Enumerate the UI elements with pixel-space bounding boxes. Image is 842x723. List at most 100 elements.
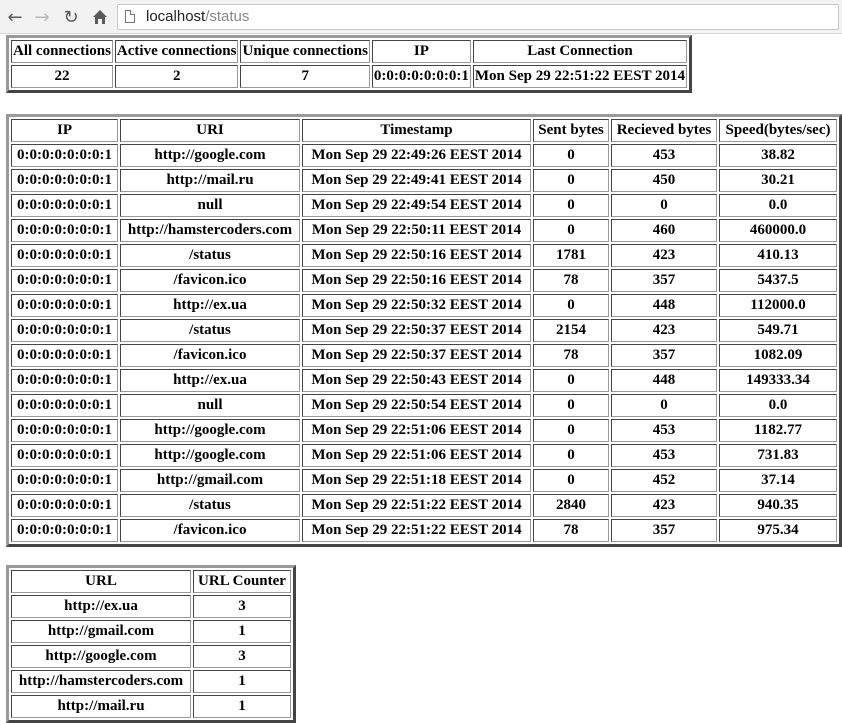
column-header: All connections (11, 40, 113, 63)
table-cell: 3 (193, 645, 291, 668)
table-cell: Mon Sep 29 22:50:11 EEST 2014 (302, 219, 531, 242)
table-cell: Mon Sep 29 22:50:16 EEST 2014 (302, 269, 531, 292)
table-cell: 357 (611, 519, 717, 542)
table-cell: /favicon.ico (120, 519, 300, 542)
table-cell: 1082.09 (719, 344, 837, 367)
table-cell: 0 (533, 219, 609, 242)
table-cell: 1 (193, 695, 291, 718)
table-cell: 423 (611, 319, 717, 342)
table-cell: Mon Sep 29 22:50:16 EEST 2014 (302, 244, 531, 267)
table-cell: 0 (533, 469, 609, 492)
table-cell: 0:0:0:0:0:0:0:1 (11, 244, 118, 267)
table-cell: 975.34 (719, 519, 837, 542)
table-cell: Mon Sep 29 22:50:54 EEST 2014 (302, 394, 531, 417)
browser-toolbar: ← → ↻ localhost/status (0, 0, 842, 34)
table-cell: http://google.com (120, 444, 300, 467)
requests-body: 0:0:0:0:0:0:0:1 http://google.com Mon Sep … (11, 144, 837, 542)
url-path: /status (205, 8, 250, 25)
table-row: 0:0:0:0:0:0:0:1/status Mon Sep 29 22:50:1… (11, 244, 837, 267)
table-row: http://hamstercoders.com 1 (11, 670, 291, 693)
table-cell: 460 (611, 219, 717, 242)
table-row: 0:0:0:0:0:0:0:1 http://hamstercoders.com M… (11, 219, 837, 242)
table-cell: Mon Sep 29 22:49:54 EEST 2014 (302, 194, 531, 217)
table-cell: /status (120, 494, 300, 517)
table-cell: 1182.77 (719, 419, 837, 442)
requests-table: IP URI Timestamp Sent bytes Recieved bytes Sp… (6, 114, 842, 547)
table-cell: 78 (533, 344, 609, 367)
table-cell: 0 (533, 394, 609, 417)
table-cell: 0:0:0:0:0:0:0:1 (11, 194, 118, 217)
table-cell: 0:0:0:0:0:0:0:1 (11, 144, 118, 167)
url-text[interactable]: localhost/status (146, 8, 249, 25)
address-bar[interactable]: localhost/status (117, 4, 839, 30)
table-cell: http://mail.ru (11, 695, 191, 718)
table-cell: 453 (611, 144, 717, 167)
table-cell: 357 (611, 344, 717, 367)
table-cell: 549.71 (719, 319, 837, 342)
table-cell: http://google.com (120, 419, 300, 442)
table-cell: 0 (533, 169, 609, 192)
table-cell: 0:0:0:0:0:0:0:1 (11, 444, 118, 467)
table-cell: /favicon.ico (120, 344, 300, 367)
table-cell: 410.13 (719, 244, 837, 267)
table-cell: 0:0:0:0:0:0:0:1 (11, 519, 118, 542)
table-row: 0:0:0:0:0:0:0:1 http://ex.ua Mon Sep 29 22… (11, 369, 837, 392)
table-cell: 450 (611, 169, 717, 192)
table-cell: Mon Sep 29 22:51:06 EEST 2014 (302, 444, 531, 467)
table-cell: 0 (533, 144, 609, 167)
table-cell: null (120, 394, 300, 417)
table-cell: /favicon.ico (120, 269, 300, 292)
table-cell: 7 (240, 65, 370, 88)
table-cell: /status (120, 319, 300, 342)
table-cell: 0.0 (719, 394, 837, 417)
table-cell: 0 (611, 194, 717, 217)
table-cell: 448 (611, 369, 717, 392)
back-arrow-icon[interactable]: ← (4, 6, 26, 28)
table-cell: http://ex.ua (120, 369, 300, 392)
table-cell: 0:0:0:0:0:0:0:1 (11, 344, 118, 367)
home-icon[interactable] (89, 6, 111, 28)
table-row: 0:0:0:0:0:0:0:1 http://google.com Mon Sep … (11, 419, 837, 442)
table-cell: 1 (193, 620, 291, 643)
table-cell: Mon Sep 29 22:51:18 EEST 2014 (302, 469, 531, 492)
table-cell: http://gmail.com (11, 620, 191, 643)
column-header: IP (11, 119, 118, 142)
forward-arrow-icon[interactable]: → (31, 6, 53, 28)
table-cell: 112000.0 (719, 294, 837, 317)
table-cell: Mon Sep 29 22:49:26 EEST 2014 (302, 144, 531, 167)
table-cell: 0:0:0:0:0:0:0:1 (11, 494, 118, 517)
table-row: 0:0:0:0:0:0:0:1/favicon.ico Mon Sep 29 22… (11, 344, 837, 367)
table-cell: 37.14 (719, 469, 837, 492)
table-cell: 0:0:0:0:0:0:0:1 (11, 419, 118, 442)
table-cell: http://gmail.com (120, 469, 300, 492)
table-cell: 30.21 (719, 169, 837, 192)
reload-icon[interactable]: ↻ (60, 6, 82, 28)
table-row: http://google.com 3 (11, 645, 291, 668)
column-header: Recieved bytes (611, 119, 717, 142)
table-cell: 2 (114, 65, 239, 88)
table-cell: 423 (611, 494, 717, 517)
page-content: All connections Active connections Unique … (6, 35, 842, 723)
table-cell: 2154 (533, 319, 609, 342)
table-cell: Mon Sep 29 22:50:43 EEST 2014 (302, 369, 531, 392)
column-header: Last Connection (472, 40, 688, 63)
table-cell: Mon Sep 29 22:49:41 EEST 2014 (302, 169, 531, 192)
table-cell: Mon Sep 29 22:50:37 EEST 2014 (302, 319, 531, 342)
table-cell: Mon Sep 29 22:51:06 EEST 2014 (302, 419, 531, 442)
table-cell: 357 (611, 269, 717, 292)
table-cell: 1781 (533, 244, 609, 267)
table-cell: 0:0:0:0:0:0:0:1 (11, 219, 118, 242)
table-cell: http://ex.ua (120, 294, 300, 317)
table-cell: 452 (611, 469, 717, 492)
table-cell: Mon Sep 29 22:51:22 EEST 2014 (302, 519, 531, 542)
column-header: Timestamp (302, 119, 531, 142)
table-cell: 78 (533, 269, 609, 292)
table-cell: 5437.5 (719, 269, 837, 292)
table-cell: 448 (611, 294, 717, 317)
table-cell: 0 (533, 419, 609, 442)
table-cell: http://mail.ru (120, 169, 300, 192)
table-row: 0:0:0:0:0:0:0:1 http://gmail.com Mon Sep 2… (11, 469, 837, 492)
table-cell: 0:0:0:0:0:0:0:1 (11, 394, 118, 417)
table-cell: 0 (611, 394, 717, 417)
table-row: 0:0:0:0:0:0:0:1/status Mon Sep 29 22:51:2… (11, 494, 837, 517)
